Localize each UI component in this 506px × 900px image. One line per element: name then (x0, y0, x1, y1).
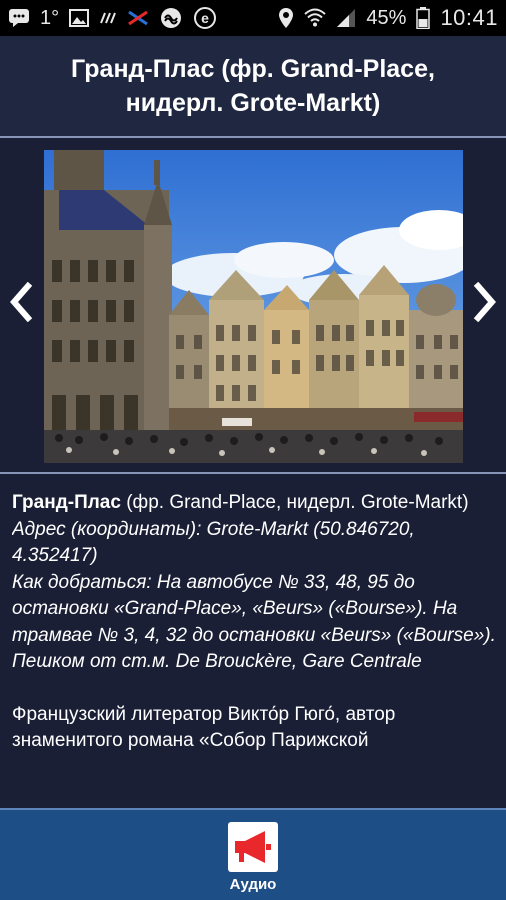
battery-percent-text: 45% (366, 6, 407, 29)
clock-text: 10:41 (440, 5, 498, 30)
vpn-icon (159, 6, 183, 30)
svg-text:e: e (201, 10, 209, 26)
place-description: Гранд-Плас (фр. Grand-Place, нидерл. Gro… (12, 490, 496, 808)
history-paragraph: Французский литератор Викто́р Гюго́, авт… (12, 703, 396, 752)
previous-photo-button[interactable] (4, 278, 38, 326)
status-bar-left: 1° e (8, 6, 217, 30)
gallery-divider (0, 472, 506, 474)
wifi-icon (304, 8, 327, 28)
address-text: Адрес (координаты): Grote-Markt (50.8467… (12, 518, 415, 567)
status-bar: 1° e 45% 10:41 (0, 0, 506, 36)
place-name-bold: Гранд-Плас (12, 492, 121, 513)
place-name-rest: (фр. Grand-Place, нидерл. Grote-Markt) (120, 492, 469, 513)
title-bar: Гранд-Плас (фр. Grand-Place, нидерл. Gro… (0, 36, 506, 136)
status-bar-right: 45% 10:41 (278, 5, 498, 31)
temperature-text: 1° (40, 6, 60, 29)
chevron-right-icon (473, 282, 496, 322)
e-icon: e (193, 6, 217, 30)
bottom-bar: Аудио (0, 808, 506, 900)
audio-button[interactable] (228, 822, 278, 872)
page-title: Гранд-Плас (фр. Grand-Place, нидерл. Gro… (71, 55, 435, 117)
photo-gallery (0, 138, 506, 472)
directions-text: Как добраться: На автобусе № 33, 48, 95 … (12, 571, 496, 673)
battery-icon (416, 7, 431, 29)
cell-signal-icon (336, 8, 356, 28)
message-icon (8, 8, 30, 28)
signal-bars-icon (99, 11, 117, 25)
location-icon (278, 7, 294, 29)
airline-logo-icon (127, 8, 149, 28)
grand-place-buildings-photo (44, 150, 463, 463)
megaphone-icon (235, 831, 271, 863)
grand-place-photo[interactable] (44, 150, 463, 463)
image-icon (69, 8, 90, 28)
chevron-left-icon (10, 282, 33, 322)
place-name-line: Гранд-Плас (фр. Grand-Place, нидерл. Gro… (12, 490, 496, 517)
audio-label: Аудио (229, 876, 277, 893)
next-photo-button[interactable] (468, 278, 502, 326)
